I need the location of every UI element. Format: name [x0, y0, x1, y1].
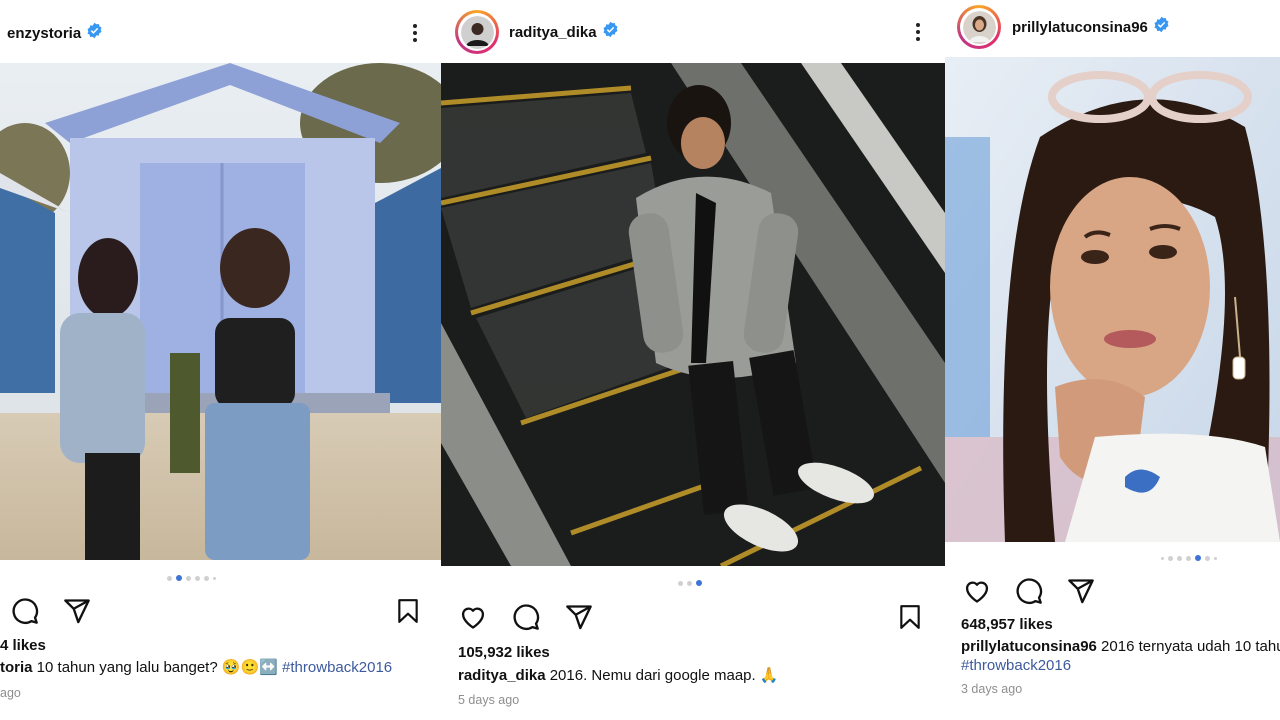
hashtag-link[interactable]: #throwback2016 — [961, 657, 1071, 674]
post-actions — [10, 596, 92, 626]
carousel-dot — [1161, 556, 1164, 560]
post-header: raditya_dika — [441, 10, 945, 54]
post-photo[interactable] — [945, 57, 1280, 542]
timestamp: ago — [0, 686, 21, 700]
carousel-indicator — [167, 575, 216, 581]
timestamp: 3 days ago — [961, 682, 1023, 696]
caption: raditya_dika 2016. Nemu dari google maap… — [458, 666, 779, 685]
share-icon[interactable] — [564, 602, 594, 632]
username[interactable]: enzystoria — [7, 25, 81, 42]
caption-second-line: #throwback2016 — [961, 656, 1071, 675]
username[interactable]: prillylatuconsina96 — [1012, 19, 1148, 36]
carousel-dot — [204, 575, 209, 581]
caption-username[interactable]: raditya_dika — [458, 667, 546, 684]
verified-badge-icon — [86, 22, 103, 44]
carousel-dot — [687, 580, 692, 586]
carousel-dot — [1214, 556, 1217, 560]
post-raditya-dika: raditya_dika 105,932 likes raditya_dika … — [441, 0, 945, 720]
avatar[interactable] — [455, 10, 499, 54]
hashtag-link[interactable]: #throwback2016 — [282, 659, 392, 676]
post-photo[interactable] — [441, 63, 945, 566]
post-photo[interactable] — [0, 63, 441, 560]
carousel-dot-active — [696, 580, 702, 586]
verified-badge-icon — [602, 21, 619, 43]
carousel-dot — [195, 575, 200, 581]
post-prillylatuconsina96: prillylatuconsina96 648,957 likes prilly… — [945, 0, 1280, 720]
carousel-dot — [186, 575, 191, 581]
share-icon[interactable] — [62, 596, 92, 626]
carousel-dot — [1177, 555, 1182, 561]
heart-icon[interactable] — [458, 602, 488, 632]
likes-count[interactable]: 105,932 likes — [458, 644, 550, 661]
post-actions — [458, 602, 594, 632]
bookmark-icon[interactable] — [393, 596, 423, 626]
more-options-icon[interactable] — [908, 20, 928, 44]
post-enzystoria: enzystoria 4 likes toria 10 tahun yang l… — [0, 0, 441, 720]
post-header: enzystoria — [0, 18, 441, 48]
likes-count[interactable]: 648,957 likes — [961, 616, 1053, 633]
carousel-dot-active — [1195, 555, 1201, 561]
carousel-dot — [1205, 555, 1210, 561]
carousel-indicator — [678, 580, 702, 586]
comment-icon[interactable] — [10, 596, 40, 626]
caption-text: 2016 ternyata udah 10 tahun — [1096, 638, 1280, 655]
carousel-dot — [1186, 555, 1191, 561]
verified-badge-icon — [1153, 16, 1170, 38]
avatar[interactable] — [957, 5, 1001, 49]
more-options-icon[interactable] — [405, 21, 425, 45]
likes-count[interactable]: 4 likes — [0, 637, 46, 654]
share-icon[interactable] — [1066, 576, 1096, 606]
timestamp: 5 days ago — [458, 693, 520, 707]
comment-icon[interactable] — [511, 602, 541, 632]
carousel-dot — [213, 576, 216, 580]
heart-icon[interactable] — [962, 576, 992, 606]
post-header: prillylatuconsina96 — [945, 5, 1280, 49]
caption-text: 10 tahun yang lalu banget? 🥹🙂↔️ — [32, 659, 283, 676]
carousel-indicator — [1161, 555, 1217, 561]
caption: prillylatuconsina96 2016 ternyata udah 1… — [961, 637, 1280, 656]
carousel-dot — [167, 575, 172, 581]
caption-username[interactable]: prillylatuconsina96 — [961, 638, 1097, 655]
username[interactable]: raditya_dika — [509, 24, 597, 41]
carousel-dot-active — [176, 575, 182, 581]
bookmark-icon[interactable] — [895, 602, 925, 632]
caption-text: 2016. Nemu dari google maap. 🙏 — [545, 667, 779, 684]
carousel-dot — [678, 580, 683, 586]
comment-icon[interactable] — [1014, 576, 1044, 606]
post-actions — [962, 576, 1096, 606]
caption-username[interactable]: toria — [0, 659, 33, 676]
carousel-dot — [1168, 555, 1173, 561]
caption: toria 10 tahun yang lalu banget? 🥹🙂↔️ #t… — [0, 658, 392, 677]
